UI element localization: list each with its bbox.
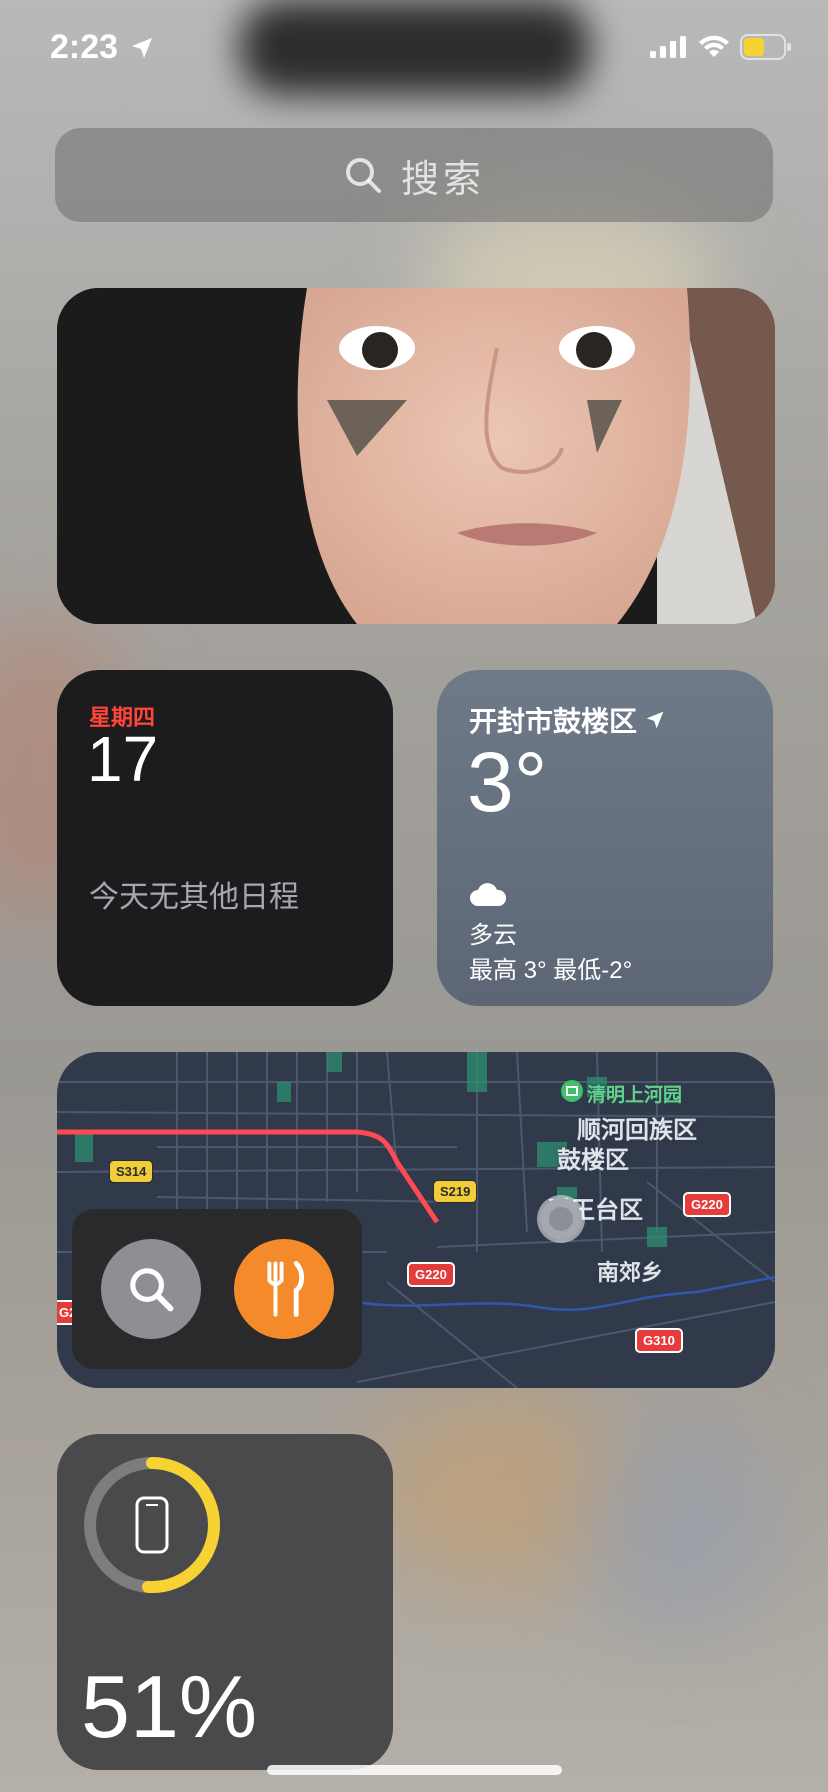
map-label-town: 南郊乡 bbox=[597, 1260, 664, 1285]
park-icon bbox=[561, 1080, 583, 1102]
search-icon bbox=[130, 1268, 174, 1312]
location-arrow-icon bbox=[646, 711, 664, 729]
signal-icon bbox=[650, 36, 686, 58]
road-badge-g220: G220 bbox=[407, 1262, 455, 1287]
weather-widget[interactable]: 开封市鼓楼区 3° 多云 最高 3° 最低-2° bbox=[437, 670, 773, 1006]
status-icons bbox=[650, 34, 792, 60]
weather-temperature: 3° bbox=[467, 735, 548, 829]
map-widget[interactable]: 清明上河园 顺河回族区 鼓楼区 禹王台区 南郊乡 S314 S219 G220 … bbox=[57, 1052, 775, 1388]
fork-knife-icon bbox=[267, 1261, 305, 1317]
status-time: 2:23 bbox=[50, 28, 119, 66]
calendar-note: 今天无其他日程 bbox=[89, 881, 299, 914]
weather-range: 最高 3° 最低-2° bbox=[469, 957, 633, 984]
photo-image bbox=[57, 288, 775, 624]
cloud-icon bbox=[470, 883, 507, 906]
map-label-park: 清明上河园 bbox=[587, 1085, 683, 1106]
search-bar[interactable]: 搜索 bbox=[55, 128, 773, 222]
calendar-day: 17 bbox=[87, 723, 159, 795]
road-badge-g220: G220 bbox=[683, 1192, 731, 1217]
map-search-button[interactable] bbox=[101, 1239, 201, 1339]
location-arrow-icon bbox=[132, 38, 152, 58]
battery-ring bbox=[84, 1457, 220, 1593]
home-indicator[interactable] bbox=[267, 1765, 562, 1775]
wifi-icon bbox=[699, 35, 729, 57]
weather-condition: 多云 bbox=[469, 922, 517, 949]
calendar-widget[interactable]: 星期四 17 今天无其他日程 bbox=[57, 670, 393, 1006]
road-badge-s314: S314 bbox=[109, 1160, 154, 1183]
photo-widget[interactable] bbox=[57, 288, 775, 624]
search-placeholder: 搜索 bbox=[400, 158, 485, 201]
road-badge-g310: G310 bbox=[635, 1328, 683, 1353]
map-label-district2: 鼓楼区 bbox=[557, 1147, 629, 1174]
search-icon bbox=[345, 158, 381, 193]
map-food-button[interactable] bbox=[234, 1239, 334, 1339]
notch-area bbox=[240, 0, 590, 95]
phone-icon bbox=[135, 1496, 169, 1554]
battery-percent: 51% bbox=[81, 1657, 258, 1756]
road-badge-s219: S219 bbox=[433, 1180, 478, 1203]
map-actions-panel bbox=[72, 1209, 362, 1369]
battery-icon bbox=[740, 34, 791, 60]
status-bar: 2:23 bbox=[0, 0, 828, 100]
battery-widget[interactable]: 51% bbox=[57, 1434, 393, 1770]
current-location-dot bbox=[540, 1198, 582, 1240]
